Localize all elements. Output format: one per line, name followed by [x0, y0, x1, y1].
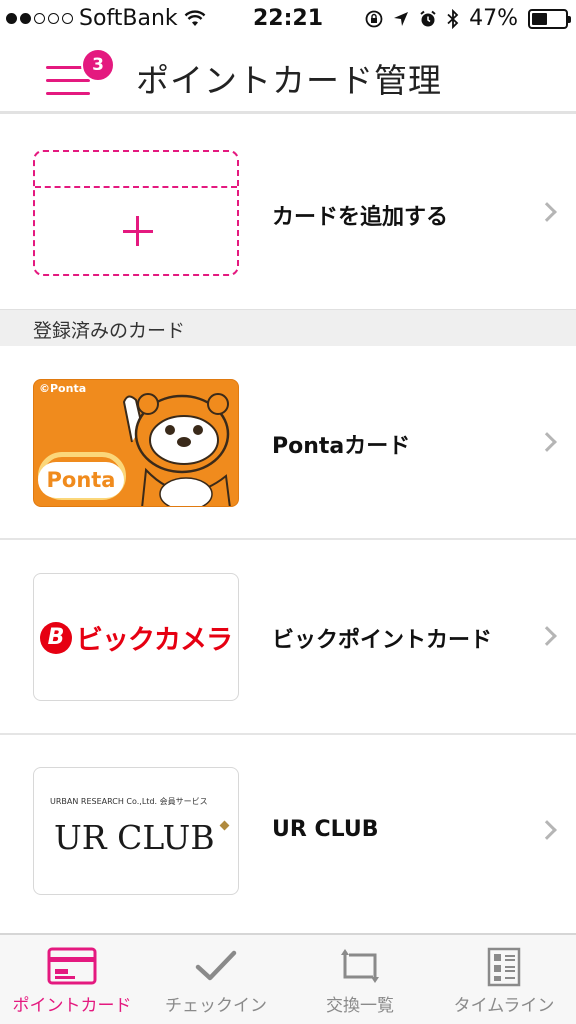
tab-label: チェックイン	[165, 996, 267, 1016]
urclub-card-thumbnail: URBAN RESEARCH Co.,Ltd. 会員サービス UR CLUB	[33, 767, 239, 895]
menu-button[interactable]: 3	[40, 48, 115, 102]
add-card-label: カードを追加する	[272, 205, 449, 230]
card-name-ponta: Pontaカード	[272, 434, 411, 459]
card-name-bic: ビックポイントカード	[272, 628, 493, 653]
diamond-icon	[219, 820, 230, 831]
checkmark-icon	[195, 950, 237, 981]
urclub-subtitle: URBAN RESEARCH Co.,Ltd. 会員サービス	[50, 797, 208, 806]
section-header-label: 登録済みのカード	[33, 320, 186, 342]
ponta-copyright: ©Ponta	[39, 382, 87, 395]
alarm-icon	[420, 10, 436, 26]
notification-badge: 3	[81, 48, 115, 82]
tab-label: タイムライン	[453, 996, 555, 1016]
status-bar: SoftBank 22:21 47%	[0, 0, 576, 40]
timeline-icon	[487, 947, 521, 987]
bic-card-thumbnail: B ビックカメラ	[33, 573, 239, 701]
battery-icon	[528, 8, 571, 29]
orientation-lock-icon	[365, 10, 383, 27]
exchange-icon	[341, 949, 379, 983]
section-header: 登録済みのカード	[0, 309, 576, 346]
tab-checkin[interactable]: チェックイン	[144, 935, 288, 1024]
ponta-raccoon-icon	[122, 393, 231, 506]
location-icon	[394, 11, 409, 26]
tab-point-card[interactable]: ポイントカード	[0, 935, 144, 1024]
ponta-card-thumbnail: ©Ponta Ponta	[33, 379, 239, 507]
hamburger-line	[46, 79, 90, 82]
tab-exchange[interactable]: 交換一覧	[288, 935, 432, 1024]
tab-timeline[interactable]: タイムライン	[432, 935, 576, 1024]
page-title: ポイントカード管理	[136, 61, 442, 100]
bic-logo-text: ビックカメラ	[76, 625, 233, 656]
tab-label: ポイントカード	[12, 996, 132, 1016]
tab-bar: ポイントカード チェックイン 交換一覧 タイムライン	[0, 933, 576, 1024]
bic-b-icon: B	[40, 621, 72, 654]
battery-percent: 47%	[469, 6, 518, 31]
hamburger-line	[46, 92, 90, 95]
card-name-urclub: UR CLUB	[272, 817, 379, 842]
card-icon	[47, 947, 97, 985]
card-strip	[35, 186, 237, 188]
add-card-placeholder[interactable]	[33, 150, 239, 276]
bluetooth-icon	[447, 8, 459, 29]
navigation-bar: 3 ポイントカード管理	[0, 40, 576, 114]
urclub-logo-text: UR CLUB	[54, 818, 215, 857]
status-right: 47%	[365, 6, 571, 31]
tab-label: 交換一覧	[326, 996, 394, 1016]
bic-camera-logo: B ビックカメラ	[40, 618, 233, 657]
